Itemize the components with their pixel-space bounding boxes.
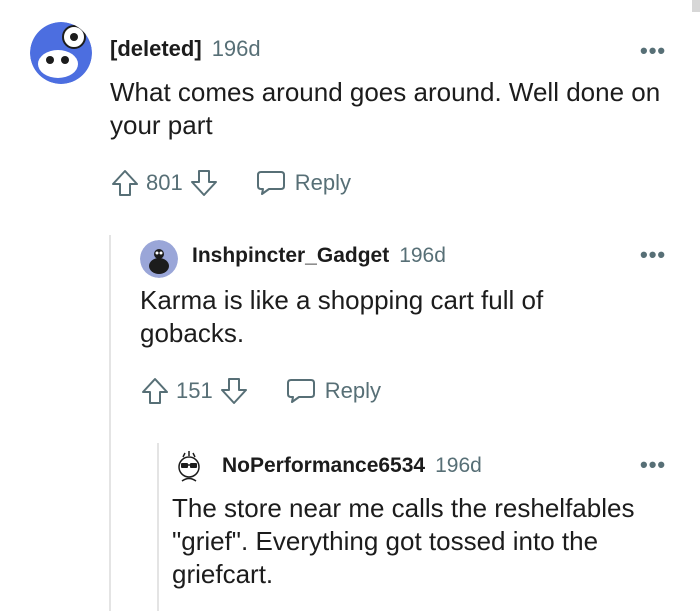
downvote-icon[interactable] xyxy=(189,168,219,198)
comment-header: Inshpincter_Gadget 196d xyxy=(192,244,446,268)
comment-header: [deleted] 196d xyxy=(110,36,261,62)
comment-body: Karma is like a shopping cart full of go… xyxy=(140,285,544,348)
comment-deleted: [deleted] 196d ••• What comes around goe… xyxy=(0,0,700,230)
comment-age[interactable]: 196d xyxy=(435,454,482,478)
upvote-icon[interactable] xyxy=(140,376,170,406)
comment-header: NoPerformance6534 196d xyxy=(222,454,482,478)
more-options-icon[interactable]: ••• xyxy=(640,242,666,268)
upvote-icon[interactable] xyxy=(110,168,140,198)
username[interactable]: Inshpincter_Gadget xyxy=(192,244,389,268)
username[interactable]: [deleted] xyxy=(110,36,202,62)
comment-actions: 801 Reply xyxy=(110,166,351,200)
more-options-icon[interactable]: ••• xyxy=(640,38,666,64)
comment-body: What comes around goes around. Well done… xyxy=(110,77,661,140)
comment-age[interactable]: 196d xyxy=(399,244,446,268)
reply-label: Reply xyxy=(324,378,381,403)
reply-button[interactable]: Reply xyxy=(255,169,351,197)
comment-actions: 151 Reply xyxy=(140,374,381,408)
vote-group: 801 xyxy=(110,168,219,198)
avatar-icon[interactable] xyxy=(140,240,178,278)
reply-label: Reply xyxy=(294,170,351,195)
downvote-icon[interactable] xyxy=(219,376,249,406)
more-options-icon[interactable]: ••• xyxy=(640,452,666,478)
reply-icon xyxy=(285,377,317,405)
vote-count: 801 xyxy=(146,170,183,195)
comment-noperformance: NoPerformance6534 196d ••• The store nea… xyxy=(0,440,700,611)
avatar-icon[interactable] xyxy=(30,22,92,84)
comment-inshpincter: Inshpincter_Gadget 196d ••• Karma is lik… xyxy=(0,230,700,440)
vote-group: 151 xyxy=(140,376,249,406)
vote-count: 151 xyxy=(176,378,213,403)
reply-button[interactable]: Reply xyxy=(285,377,381,405)
comment-age[interactable]: 196d xyxy=(212,36,261,62)
username[interactable]: NoPerformance6534 xyxy=(222,454,425,478)
avatar-icon[interactable] xyxy=(170,448,208,486)
reply-icon xyxy=(255,169,287,197)
comment-body: The store near me calls the reshelfables… xyxy=(172,493,635,589)
